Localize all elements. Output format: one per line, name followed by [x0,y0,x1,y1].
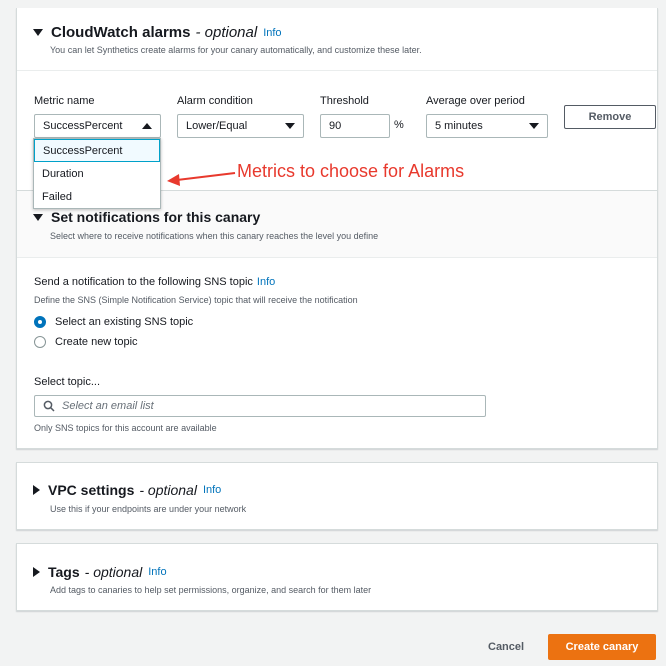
caret-right-icon [33,567,40,577]
tags-header[interactable]: Tags - optional Info [33,564,167,580]
alarm-condition-label: Alarm condition [177,95,253,107]
vpc-info-link[interactable]: Info [203,484,221,496]
dropdown-option[interactable]: Failed [34,185,160,208]
cancel-button[interactable]: Cancel [488,641,524,653]
radio-label: Create new topic [55,336,138,348]
notifications-title: Set notifications for this canary [51,209,261,225]
dropdown-option[interactable]: SuccessPercent [34,139,160,162]
sns-label: Send a notification to the following SNS… [34,276,253,288]
remove-label: Remove [588,111,632,123]
threshold-input[interactable]: 90 [320,114,390,138]
metric-name-value: SuccessPercent [43,120,123,132]
threshold-unit: % [394,119,404,131]
sns-label-row: Send a notification to the following SNS… [34,276,275,288]
vpc-settings-panel: VPC settings - optional Info Use this if… [16,462,658,530]
notifications-description: Select where to receive notifications wh… [50,231,379,241]
annotation-text: Metrics to choose for Alarms [237,161,465,181]
create-canary-button[interactable]: Create canary [548,634,656,660]
cloudwatch-description: You can let Synthetics create alarms for… [50,45,422,55]
topic-help-text: Only SNS topics for this account are ava… [34,423,217,433]
average-over-period-label: Average over period [426,95,525,107]
radio-new-topic[interactable]: Create new topic [34,336,138,348]
cloudwatch-optional: - optional [195,24,258,41]
notifications-panel: Set notifications for this canary Select… [16,191,658,449]
dropdown-option[interactable]: Duration [34,162,160,185]
vpc-title: VPC settings [48,482,135,498]
cloudwatch-title: CloudWatch alarms [51,24,191,41]
tags-description: Add tags to canaries to help set permiss… [50,585,372,595]
vpc-header[interactable]: VPC settings - optional Info [33,482,221,498]
caret-up-icon [142,123,152,129]
threshold-label: Threshold [320,95,369,107]
search-placeholder: Select an email list [62,400,154,412]
sns-description: Define the SNS (Simple Notification Serv… [34,295,358,305]
email-list-search-input[interactable]: Select an email list [34,395,486,417]
create-canary-label: Create canary [565,641,639,653]
chevron-down-icon [285,123,295,129]
tags-info-link[interactable]: Info [148,566,166,578]
metric-name-select[interactable]: SuccessPercent [34,114,161,138]
average-period-select[interactable]: 5 minutes [426,114,548,138]
caret-down-icon [33,29,43,36]
vpc-description: Use this if your endpoints are under you… [50,504,247,514]
tags-title: Tags [48,564,80,580]
alarm-condition-select[interactable]: Lower/Equal [177,114,304,138]
radio-unselected-icon [34,336,46,348]
vpc-optional: - optional [139,482,197,498]
select-topic-label: Select topic... [34,376,101,388]
cloudwatch-header[interactable]: CloudWatch alarms - optional Info [33,24,282,41]
caret-right-icon [33,485,40,495]
alarm-condition-value: Lower/Equal [186,120,248,132]
tags-optional: - optional [84,564,143,580]
tags-panel: Tags - optional Info Add tags to canarie… [16,543,658,611]
cloudwatch-info-link[interactable]: Info [263,27,281,39]
metric-name-label: Metric name [34,95,95,107]
threshold-value: 90 [329,120,342,132]
caret-down-icon [33,213,43,221]
sns-info-link[interactable]: Info [257,276,275,288]
remove-button[interactable]: Remove [564,105,656,129]
radio-selected-icon [34,316,46,328]
radio-existing-topic[interactable]: Select an existing SNS topic [34,316,193,328]
search-icon [43,400,55,412]
chevron-down-icon [529,123,539,129]
header-divider [17,70,657,71]
annotation-arrow [167,172,236,186]
notifications-header[interactable]: Set notifications for this canary [33,209,260,225]
average-period-value: 5 minutes [435,120,483,132]
metric-dropdown-menu: SuccessPercent Duration Failed [33,138,161,209]
radio-label: Select an existing SNS topic [55,316,194,328]
